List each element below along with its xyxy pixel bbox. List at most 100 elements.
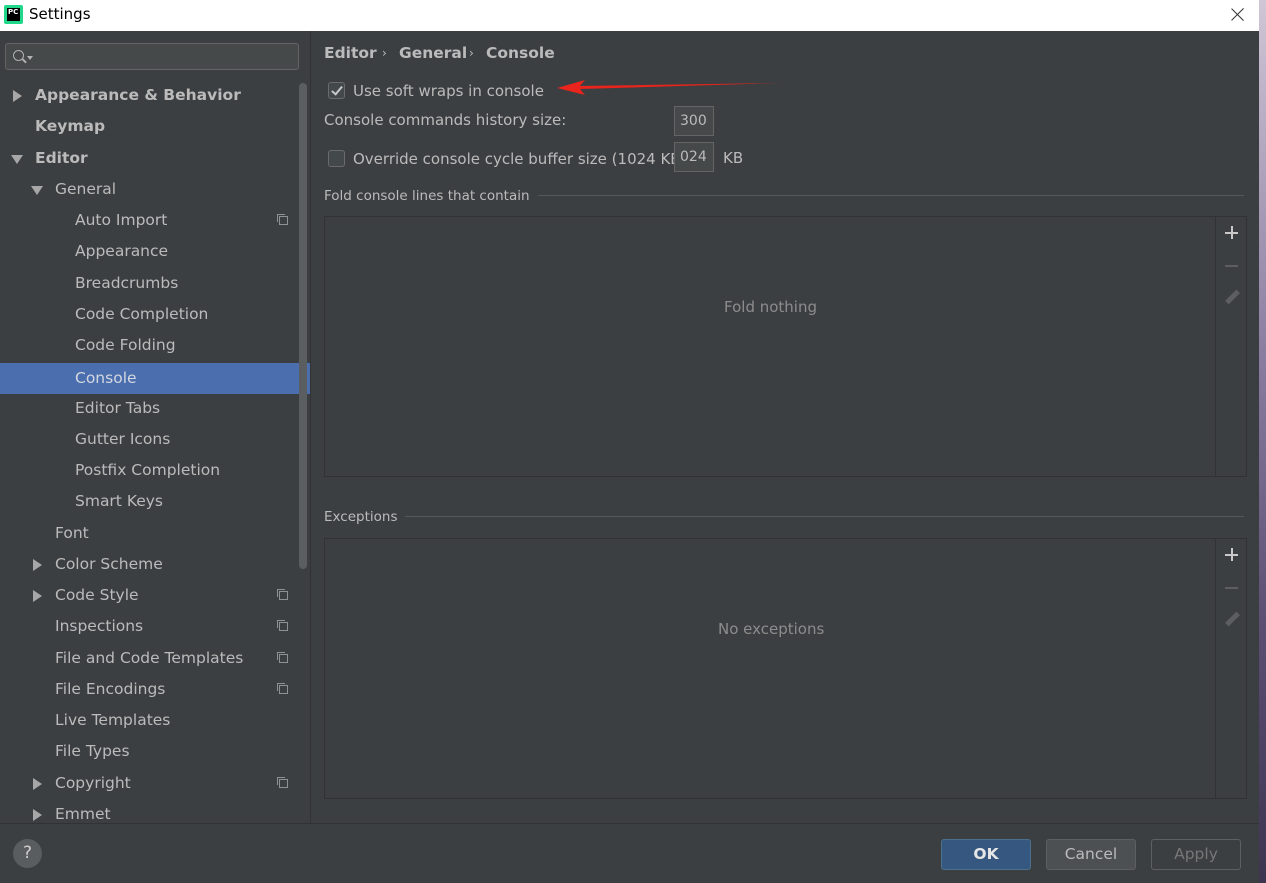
cycle-buffer-field[interactable]: 024 — [674, 142, 714, 172]
sidebar-item-label: Code Style — [55, 586, 139, 604]
dialog-button-bar: ? OK Cancel Apply — [0, 823, 1259, 883]
collapse-arrow-icon[interactable] — [31, 186, 43, 195]
sidebar-item-label: Live Templates — [55, 711, 171, 729]
settings-search[interactable] — [5, 43, 299, 70]
sidebar-item-general[interactable]: General — [0, 174, 310, 205]
cancel-button[interactable]: Cancel — [1046, 839, 1136, 870]
cycle-buffer-checkbox[interactable] — [328, 150, 345, 167]
sidebar-item-label: Appearance — [75, 242, 169, 260]
collapse-arrow-icon[interactable] — [11, 155, 23, 164]
sidebar-item-label: Smart Keys — [75, 492, 163, 510]
breadcrumb-separator: › — [382, 46, 387, 60]
project-settings-icon — [277, 620, 288, 631]
console-settings-panel: Editor › General › Console Use soft wrap… — [311, 31, 1259, 823]
sidebar-item-code-completion[interactable]: Code Completion — [0, 299, 310, 330]
exceptions-section-title: Exceptions — [324, 509, 398, 525]
sidebar-item-label: Code Folding — [75, 336, 176, 354]
breadcrumb-editor[interactable]: Editor — [324, 44, 377, 62]
exceptions-list-area[interactable]: No exceptions — [325, 539, 1216, 798]
section-divider — [538, 195, 1244, 196]
ok-button[interactable]: OK — [941, 839, 1031, 870]
sidebar-item-label: File Encodings — [55, 680, 166, 698]
sidebar-item-console[interactable]: Console — [0, 363, 310, 394]
sidebar-item-file-code-templates[interactable]: File and Code Templates — [0, 643, 310, 674]
sidebar-item-label: Font — [55, 524, 89, 542]
sidebar-item-editor-tabs[interactable]: Editor Tabs — [0, 393, 310, 424]
desktop-background — [1259, 0, 1266, 883]
sidebar-item-breadcrumbs[interactable]: Breadcrumbs — [0, 268, 310, 299]
expand-arrow-icon[interactable] — [33, 590, 42, 602]
expand-arrow-icon[interactable] — [33, 809, 42, 821]
soft-wraps-checkbox[interactable] — [328, 82, 345, 99]
expand-arrow-icon[interactable] — [13, 90, 22, 102]
expand-arrow-icon[interactable] — [33, 778, 42, 790]
sidebar-item-label: File Types — [55, 742, 130, 760]
breadcrumb-separator: › — [469, 46, 474, 60]
project-settings-icon — [277, 777, 288, 788]
settings-sidebar: Appearance & Behavior Keymap Editor Gene… — [0, 31, 310, 823]
sidebar-item-label: Postfix Completion — [75, 461, 221, 479]
sidebar-item-label: File and Code Templates — [55, 649, 244, 667]
sidebar-item-label: Appearance & Behavior — [35, 86, 241, 104]
chevron-down-icon[interactable] — [27, 56, 33, 60]
close-icon[interactable] — [1225, 2, 1251, 28]
project-settings-icon — [277, 652, 288, 663]
sidebar-item-file-types[interactable]: File Types — [0, 736, 310, 767]
sidebar-item-label: Inspections — [55, 617, 144, 635]
history-size-field[interactable]: 300 — [674, 106, 714, 136]
sidebar-item-auto-import[interactable]: Auto Import — [0, 205, 310, 236]
search-input[interactable] — [36, 47, 291, 66]
expand-arrow-icon[interactable] — [33, 559, 42, 571]
sidebar-item-label: Breadcrumbs — [75, 274, 179, 292]
sidebar-item-file-encodings[interactable]: File Encodings — [0, 674, 310, 705]
section-divider — [405, 516, 1244, 517]
soft-wraps-label[interactable]: Use soft wraps in console — [353, 82, 544, 100]
fold-empty-text: Fold nothing — [724, 298, 817, 316]
project-settings-icon — [277, 589, 288, 600]
exceptions-list[interactable]: No exceptions — [324, 538, 1247, 799]
sidebar-item-live-templates[interactable]: Live Templates — [0, 705, 310, 736]
fold-section-title: Fold console lines that contain — [324, 188, 530, 204]
sidebar-item-keymap[interactable]: Keymap — [0, 111, 310, 142]
sidebar-item-appearance[interactable]: Appearance — [0, 236, 310, 267]
sidebar-item-color-scheme[interactable]: Color Scheme — [0, 549, 310, 580]
window-title: Settings — [29, 5, 91, 23]
remove-exception-icon — [1223, 579, 1241, 597]
breadcrumb-general[interactable]: General — [399, 44, 467, 62]
apply-button[interactable]: Apply — [1151, 839, 1241, 870]
breadcrumb-console: Console — [486, 44, 555, 62]
remove-fold-line-icon — [1223, 257, 1241, 275]
cycle-buffer-label[interactable]: Override console cycle buffer size (1024… — [353, 150, 686, 168]
sidebar-item-editor[interactable]: Editor — [0, 143, 310, 174]
help-button[interactable]: ? — [13, 839, 42, 868]
sidebar-item-emmet[interactable]: Emmet — [0, 799, 310, 823]
add-fold-line-icon[interactable] — [1223, 224, 1241, 242]
sidebar-item-label: Auto Import — [75, 211, 168, 229]
exceptions-empty-text: No exceptions — [718, 620, 825, 638]
sidebar-item-label: Emmet — [55, 805, 111, 823]
sidebar-item-label: Keymap — [35, 117, 106, 135]
sidebar-item-gutter-icons[interactable]: Gutter Icons — [0, 424, 310, 455]
sidebar-item-code-style[interactable]: Code Style — [0, 580, 310, 611]
sidebar-item-copyright[interactable]: Copyright — [0, 768, 310, 799]
sidebar-item-code-folding[interactable]: Code Folding — [0, 330, 310, 361]
title-bar: PC Settings — [0, 0, 1259, 31]
sidebar-item-font[interactable]: Font — [0, 518, 310, 549]
project-settings-icon — [277, 214, 288, 225]
fold-lines-list[interactable]: Fold nothing — [324, 216, 1247, 477]
project-settings-icon — [277, 683, 288, 694]
sidebar-item-label: Color Scheme — [55, 555, 163, 573]
sidebar-item-smart-keys[interactable]: Smart Keys — [0, 486, 310, 517]
cycle-buffer-unit: KB — [723, 149, 744, 167]
history-size-label: Console commands history size: — [324, 111, 567, 129]
sidebar-item-label: General — [55, 180, 117, 198]
add-exception-icon[interactable] — [1223, 546, 1241, 564]
sidebar-item-label: Editor — [35, 149, 88, 167]
sidebar-item-appearance-behavior[interactable]: Appearance & Behavior — [0, 80, 310, 111]
sidebar-item-label: Code Completion — [75, 305, 209, 323]
sidebar-scrollbar[interactable] — [299, 83, 307, 569]
sidebar-item-label: Console — [75, 369, 137, 387]
sidebar-item-postfix-completion[interactable]: Postfix Completion — [0, 455, 310, 486]
fold-lines-list-area[interactable]: Fold nothing — [325, 217, 1216, 476]
sidebar-item-inspections[interactable]: Inspections — [0, 611, 310, 642]
